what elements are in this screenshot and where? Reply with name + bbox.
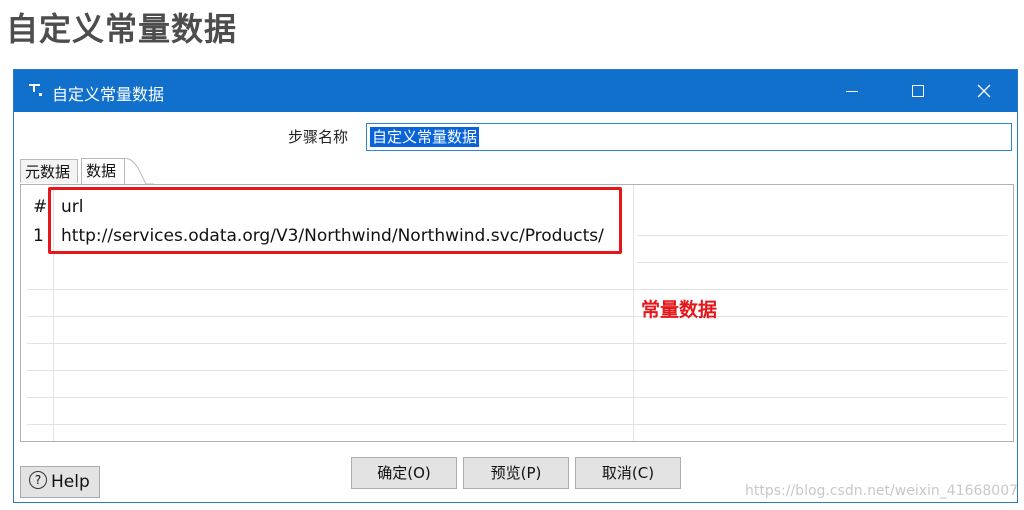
grid-row-line <box>27 343 1007 344</box>
close-icon <box>977 84 991 98</box>
close-button[interactable] <box>951 70 1017 112</box>
step-name-value: 自定义常量数据 <box>370 127 480 147</box>
maximize-button[interactable] <box>885 70 951 112</box>
help-button[interactable]: ? Help <box>20 466 100 498</box>
page-heading: 自定义常量数据 <box>6 10 238 48</box>
step-name-input[interactable]: 自定义常量数据 <box>366 123 1012 151</box>
window-title: 自定义常量数据 <box>52 85 165 104</box>
watermark: https://blog.csdn.net/weixin_41668007 <box>745 483 1019 499</box>
grid-row-line <box>27 397 1007 398</box>
row-index: 1 <box>33 226 44 246</box>
constant-data-annotation: 常量数据 <box>641 299 718 321</box>
highlight-box <box>48 187 622 254</box>
minimize-icon <box>846 91 858 92</box>
ok-button[interactable]: 确定(O) <box>351 457 457 489</box>
step-name-label: 步骤名称 <box>288 128 349 146</box>
preview-button[interactable]: 预览(P) <box>463 457 569 489</box>
cancel-button[interactable]: 取消(C) <box>575 457 681 489</box>
tab-data[interactable]: 数据 <box>81 158 125 184</box>
grid-row-line <box>637 262 1007 263</box>
tab-strip: 元数据 数据 <box>20 157 1014 185</box>
spoon-step-icon <box>28 82 44 98</box>
title-bar[interactable]: 自定义常量数据 <box>14 70 1017 112</box>
custom-constant-dialog: 自定义常量数据 步骤名称 自定义常量数据 元数据 数据 # url 1 http… <box>13 69 1018 503</box>
tab-metadata[interactable]: 元数据 <box>20 159 78 183</box>
grid-row-line <box>637 235 1007 236</box>
help-label: Help <box>51 472 90 492</box>
grid-row-line <box>27 424 1007 425</box>
grid-col-divider <box>633 185 634 441</box>
grid-row-line <box>27 289 1007 290</box>
grid-row-line <box>27 316 1007 317</box>
tab-data-edge <box>124 158 154 185</box>
minimize-button[interactable] <box>819 70 885 112</box>
question-circle-icon: ? <box>29 471 47 489</box>
header-index: # <box>33 197 48 217</box>
maximize-icon <box>912 85 924 97</box>
grid-row-line <box>27 370 1007 371</box>
